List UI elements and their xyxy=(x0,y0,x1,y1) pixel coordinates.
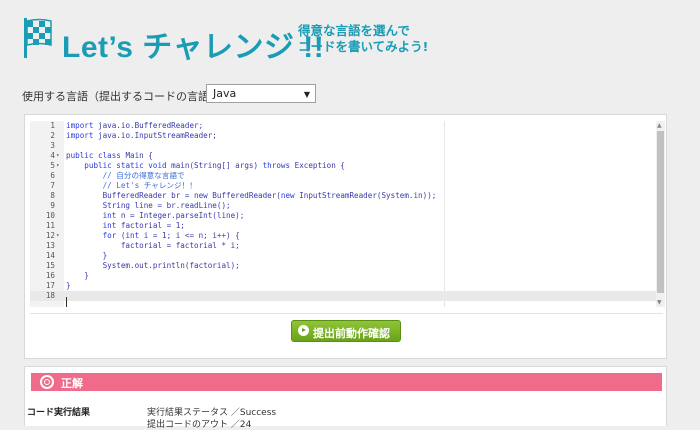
code-text: import java.io.BufferedReader; xyxy=(66,121,204,130)
result-panel: 正解 コード実行結果 実行結果ステータス ／Success 提出コードのアウト … xyxy=(24,366,667,430)
panel-divider xyxy=(30,313,663,314)
code-line: 17} xyxy=(30,281,665,291)
pre-submit-check-label: 提出前動作確認 xyxy=(313,327,390,340)
scroll-up-icon[interactable]: ▲ xyxy=(657,122,662,129)
scrollbar-thumb[interactable] xyxy=(657,131,664,293)
subtitle-line-2: コードを書いてみよう! xyxy=(298,39,429,54)
code-text: int n = Integer.parseInt(line); xyxy=(102,211,245,220)
pre-submit-check-button[interactable]: 提出前動作確認 xyxy=(291,320,401,342)
line-number: 7 xyxy=(50,181,55,190)
code-line: 9 String line = br.readLine(); xyxy=(30,201,665,211)
line-number: 16 xyxy=(45,271,55,280)
subtitle-line-1: 得意な言語を選んで xyxy=(298,23,410,38)
play-icon xyxy=(298,325,309,336)
code-line: 11 int factorial = 1; xyxy=(30,221,665,231)
result-status-bar: 正解 xyxy=(31,373,662,391)
code-text: System.out.println(factorial); xyxy=(66,261,240,270)
line-number: 8 xyxy=(50,191,55,200)
fold-toggle-icon[interactable]: ▾ xyxy=(56,231,60,241)
code-line: 4 ▾ public class Main { xyxy=(30,151,665,161)
code-line: 10 int n = Integer.parseInt(line); xyxy=(30,211,665,221)
code-text: public class Main { xyxy=(66,151,153,160)
line-number: 1 xyxy=(50,121,55,130)
line-number: 11 xyxy=(45,221,55,230)
code-text: import java.io.InputStreamReader; xyxy=(66,131,217,140)
checkered-flag-icon xyxy=(24,18,52,58)
code-text: BufferedReader br = new BufferedReader(n… xyxy=(66,191,437,200)
text-cursor xyxy=(66,297,67,307)
fold-toggle-icon[interactable]: ▾ xyxy=(56,151,60,161)
code-text: String line = br.readLine(); xyxy=(66,201,231,210)
code-text: } xyxy=(66,271,89,280)
code-panel: 1 import java.io.BufferedReader; 2 import j… xyxy=(24,114,667,359)
code-text: factorial = factorial * i; xyxy=(66,241,240,250)
code-line: 14 } xyxy=(30,251,665,261)
line-number: 15 xyxy=(45,261,55,270)
code-text: } xyxy=(66,251,108,260)
line-number: 9 xyxy=(50,201,55,210)
line-number: 12 xyxy=(45,231,55,240)
code-text: // 自分の得意な言語で xyxy=(102,171,185,180)
code-line: 18 xyxy=(30,291,665,301)
line-number: 10 xyxy=(45,211,55,220)
line-number: 3 xyxy=(50,141,55,150)
editor-vertical-scrollbar[interactable]: ▲ ▼ xyxy=(656,121,665,307)
line-number: 2 xyxy=(50,131,55,140)
line-number: 4 xyxy=(50,151,55,160)
scroll-down-icon[interactable]: ▼ xyxy=(657,299,662,306)
code-line: 1 import java.io.BufferedReader; xyxy=(30,121,665,131)
code-text: int factorial = 1; xyxy=(102,221,185,230)
output-line: 提出コードのアウト ／24 xyxy=(147,420,252,430)
line-number: 14 xyxy=(45,251,55,260)
dropdown-arrow-icon: ▼ xyxy=(303,90,310,99)
code-line: 6 // 自分の得意な言語で xyxy=(30,171,665,181)
line-number: 5 xyxy=(50,161,55,170)
code-line: 3 xyxy=(30,141,665,151)
code-editor[interactable]: 1 import java.io.BufferedReader; 2 import j… xyxy=(30,121,665,307)
code-text: for (int i = 1; i <= n; i++) { xyxy=(102,231,240,240)
code-line: 15 System.out.println(factorial); xyxy=(30,261,665,271)
language-selected-value: Java xyxy=(213,87,237,100)
code-line: 7 // Let's チャレンジ！！ xyxy=(30,181,665,191)
result-status-text: 正解 xyxy=(61,377,83,390)
code-line: 5 ▾ public static void main(String[] args… xyxy=(30,161,665,171)
code-execution-result-label: コード実行結果 xyxy=(27,408,91,418)
code-line: 2 import java.io.InputStreamReader; xyxy=(30,131,665,141)
line-number: 17 xyxy=(45,281,55,290)
code-text: } xyxy=(66,281,71,290)
line-number: 13 xyxy=(45,241,55,250)
code-line: 12 ▾ for (int i = 1; i <= n; i++) { xyxy=(30,231,665,241)
page-subtitle: 得意な言語を選んで コードを書いてみよう! xyxy=(298,23,428,55)
correct-circle-icon xyxy=(40,375,54,389)
page-title: Let’s チャレンジ !! xyxy=(62,31,325,64)
code-line: 8 BufferedReader br = new BufferedReader… xyxy=(30,191,665,201)
code-line: 13 factorial = factorial * i; xyxy=(30,241,665,251)
language-select[interactable]: Java ▼ xyxy=(206,84,316,103)
code-line: 16 } xyxy=(30,271,665,281)
language-label: 使用する言語（提出するコードの言語） xyxy=(22,90,220,103)
fold-toggle-icon[interactable]: ▾ xyxy=(56,161,60,171)
header: Let’s チャレンジ !! 得意な言語を選んで コードを書いてみよう! xyxy=(0,0,700,78)
line-number: 18 xyxy=(45,291,55,300)
code-text: public static void main(String[] args) t… xyxy=(84,161,345,170)
line-number: 6 xyxy=(50,171,55,180)
code-text: // Let's チャレンジ！！ xyxy=(102,181,197,190)
